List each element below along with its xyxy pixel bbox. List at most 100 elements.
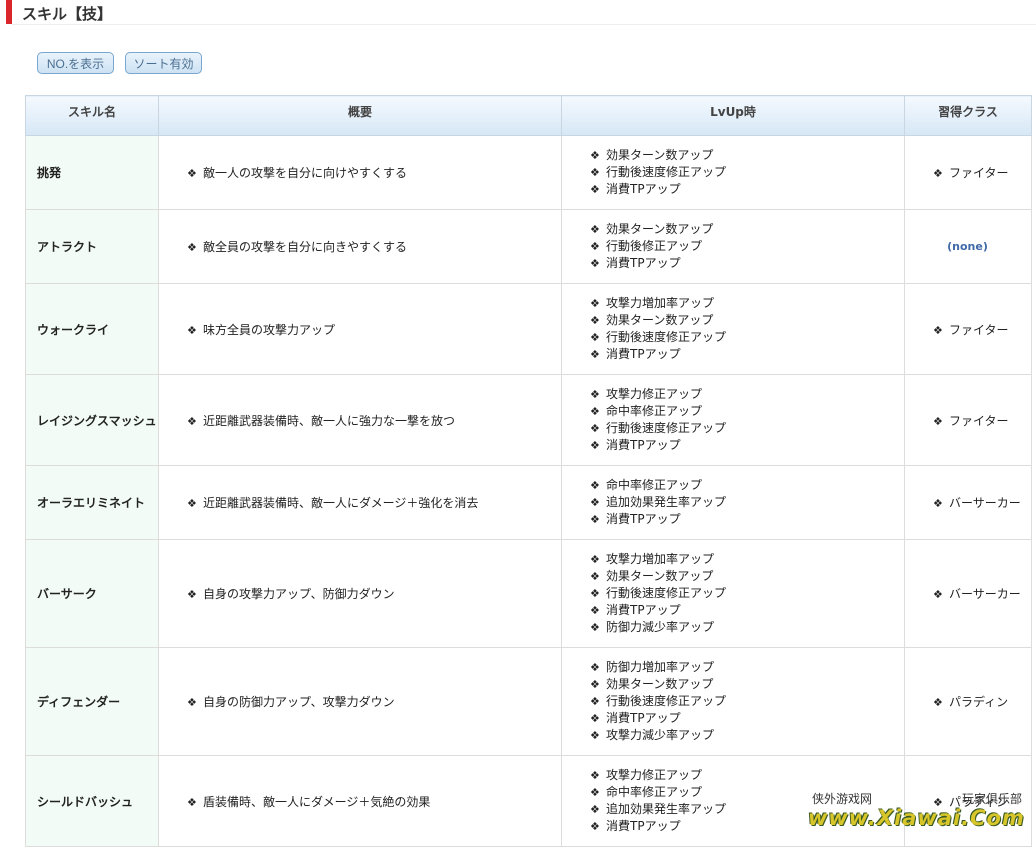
skill-summary-text: 近距離武器装備時、敵一人にダメージ＋強化を消去 (203, 496, 479, 510)
bullet-icon: ❖ (590, 661, 600, 674)
lvup-item: ❖ 効果ターン数アップ (590, 568, 903, 585)
bullet-icon: ❖ (590, 314, 600, 327)
lvup-item-text: 防御力減少率アップ (606, 620, 715, 634)
lvup-item: ❖ 消費TPアップ (590, 437, 903, 454)
table-row: オーラエリミネイト ❖ 近距離武器装備時、敵一人にダメージ＋強化を消去 ❖ 命中率修正ア… (25, 465, 1032, 540)
bullet-icon: ❖ (590, 348, 600, 361)
learn-class-text[interactable]: ファイター (949, 323, 1009, 337)
bullet-icon: ❖ (933, 588, 943, 601)
lvup-item: ❖ 消費TPアップ (590, 511, 903, 528)
table-row: アトラクト ❖ 敵全員の攻撃を自分に向きやすくする ❖ 効果ターン数アップ ❖ 行動後修正ア… (25, 209, 1032, 284)
lvup-item-text: 行動後速度修正アップ (606, 330, 727, 344)
lvup-item: ❖ 消費TPアップ (590, 255, 903, 272)
column-header-class[interactable]: 習得クラス (904, 95, 1032, 136)
title-divider (12, 24, 1036, 25)
bullet-icon: ❖ (590, 257, 600, 270)
bullet-icon: ❖ (187, 323, 197, 337)
lvup-item: ❖ 攻撃力修正アップ (590, 386, 903, 403)
bullet-icon: ❖ (590, 786, 600, 799)
lvup-item-text: 効果ターン数アップ (606, 677, 714, 691)
lvup-item-text: 消費TPアップ (606, 182, 681, 196)
lvup-item-text: 追加効果発生率アップ (606, 495, 727, 509)
bullet-icon: ❖ (590, 331, 600, 344)
learn-class-cell: (none) (904, 209, 1032, 284)
skill-name-cell: レイジングスマッシュ (25, 374, 159, 466)
bullet-icon: ❖ (590, 570, 600, 583)
lvup-item-text: 攻撃力増加率アップ (606, 552, 715, 566)
bullet-icon: ❖ (187, 241, 197, 254)
learn-class-text[interactable]: バーサーカー (949, 496, 1021, 510)
skill-summary-text: 敵全員の攻撃を自分に向きやすくする (203, 240, 408, 254)
table-body: 挑発 ❖ 敵一人の攻撃を自分に向けやすくする ❖ 効果ターン数アップ ❖ 行動後速度修正アッ… (25, 135, 1032, 847)
lvup-item-text: 攻撃力修正アップ (606, 387, 703, 401)
lvup-item-text: 防御力増加率アップ (606, 660, 715, 674)
bullet-icon: ❖ (590, 712, 600, 725)
lvup-item: ❖ 消費TPアップ (590, 181, 903, 198)
bullet-icon: ❖ (590, 166, 600, 179)
show-number-button[interactable]: NO.を表示 (37, 52, 114, 74)
table-row: バーサーク ❖ 自身の攻撃力アップ、防御力ダウン ❖ 攻撃力増加率アップ ❖ 効果ターン数ア… (25, 539, 1032, 648)
skill-summary-text: 盾装備時、敵一人にダメージ＋気絶の効果 (203, 794, 431, 809)
lvup-item-text: 消費TPアップ (606, 256, 681, 270)
lvup-cell: ❖ 防御力増加率アップ ❖ 効果ターン数アップ ❖ 行動後速度修正アップ ❖ 消費TPアップ ❖… (561, 647, 905, 756)
learn-class-text[interactable]: ファイター (949, 166, 1009, 180)
lvup-item: ❖ 攻撃力増加率アップ (590, 295, 903, 312)
learn-class-text[interactable]: バーサーカー (949, 587, 1021, 601)
enable-sort-button[interactable]: ソート有効 (125, 52, 202, 74)
table-row: ウォークライ ❖ 味方全員の攻撃力アップ ❖ 攻撃力増加率アップ ❖ 効果ターン数アップ ❖ 行… (25, 283, 1032, 375)
column-header-summary[interactable]: 概要 (158, 95, 562, 136)
lvup-item-text: 消費TPアップ (606, 347, 681, 361)
lvup-item-text: 消費TPアップ (606, 512, 681, 526)
bullet-icon: ❖ (590, 769, 600, 782)
bullet-icon: ❖ (933, 696, 943, 709)
bullet-icon: ❖ (933, 497, 943, 510)
skill-name-cell: オーラエリミネイト (25, 465, 159, 540)
lvup-cell: ❖ 攻撃力増加率アップ ❖ 効果ターン数アップ ❖ 行動後速度修正アップ ❖ 消費TPアップ ❖… (561, 539, 905, 648)
bullet-icon: ❖ (187, 414, 197, 428)
lvup-item: ❖ 攻撃力減少率アップ (590, 727, 903, 744)
lvup-item: ❖ 防御力増加率アップ (590, 659, 903, 676)
table-row: 挑発 ❖ 敵一人の攻撃を自分に向けやすくする ❖ 効果ターン数アップ ❖ 行動後速度修正アッ… (25, 135, 1032, 210)
column-header-lvup[interactable]: LvUp時 (561, 95, 905, 136)
lvup-item: ❖ 効果ターン数アップ (590, 312, 903, 329)
bullet-icon: ❖ (187, 167, 197, 180)
bullet-icon: ❖ (933, 167, 943, 180)
skill-summary-cell: ❖ 近距離武器装備時、敵一人に強力な一撃を放つ (158, 374, 562, 466)
lvup-cell: ❖ 効果ターン数アップ ❖ 行動後修正アップ ❖ 消費TPアップ (561, 209, 905, 284)
skill-name-cell: ウォークライ (25, 283, 159, 375)
bullet-icon: ❖ (590, 388, 600, 401)
skill-name-cell: シールドバッシュ (25, 755, 159, 847)
lvup-item: ❖ 行動後速度修正アップ (590, 420, 903, 437)
skill-name-cell: アトラクト (25, 209, 159, 284)
skill-summary-cell: ❖ 敵全員の攻撃を自分に向きやすくする (158, 209, 562, 284)
bullet-icon: ❖ (590, 803, 600, 816)
bullet-icon: ❖ (187, 795, 197, 809)
bullet-icon: ❖ (590, 183, 600, 196)
lvup-item-text: 行動後修正アップ (606, 239, 703, 253)
learn-class-text[interactable]: パラディン (949, 695, 1008, 709)
lvup-cell: ❖ 効果ターン数アップ ❖ 行動後速度修正アップ ❖ 消費TPアップ (561, 135, 905, 210)
bullet-icon: ❖ (590, 729, 600, 742)
lvup-item: ❖ 効果ターン数アップ (590, 676, 903, 693)
learn-class-cell: ❖ バーサーカー (904, 539, 1032, 648)
learn-class-cell: ❖ ファイター (904, 374, 1032, 466)
bullet-icon: ❖ (590, 422, 600, 435)
bullet-icon: ❖ (590, 496, 600, 509)
lvup-item-text: 攻撃力増加率アップ (606, 296, 715, 310)
bullet-icon: ❖ (590, 223, 600, 236)
learn-class-text[interactable]: ファイター (949, 414, 1009, 428)
page-title: スキル【技】 (22, 5, 113, 23)
skill-summary-cell: ❖ 自身の攻撃力アップ、防御力ダウン (158, 539, 562, 648)
lvup-item-text: 消費TPアップ (606, 711, 681, 725)
skill-summary-text: 自身の防御力アップ、攻撃力ダウン (203, 695, 395, 709)
column-header-skill-name[interactable]: スキル名 (25, 95, 159, 136)
lvup-item: ❖ 行動後速度修正アップ (590, 329, 903, 346)
lvup-item: ❖ 行動後速度修正アップ (590, 585, 903, 602)
skill-name-cell: 挑発 (25, 135, 159, 210)
lvup-item: ❖ 効果ターン数アップ (590, 147, 903, 164)
watermark-url: www.Xiawai.Com (808, 806, 1025, 830)
bullet-icon: ❖ (187, 696, 197, 709)
lvup-item: ❖ 攻撃力増加率アップ (590, 551, 903, 568)
lvup-item-text: 消費TPアップ (606, 603, 681, 617)
bullet-icon: ❖ (590, 604, 600, 617)
